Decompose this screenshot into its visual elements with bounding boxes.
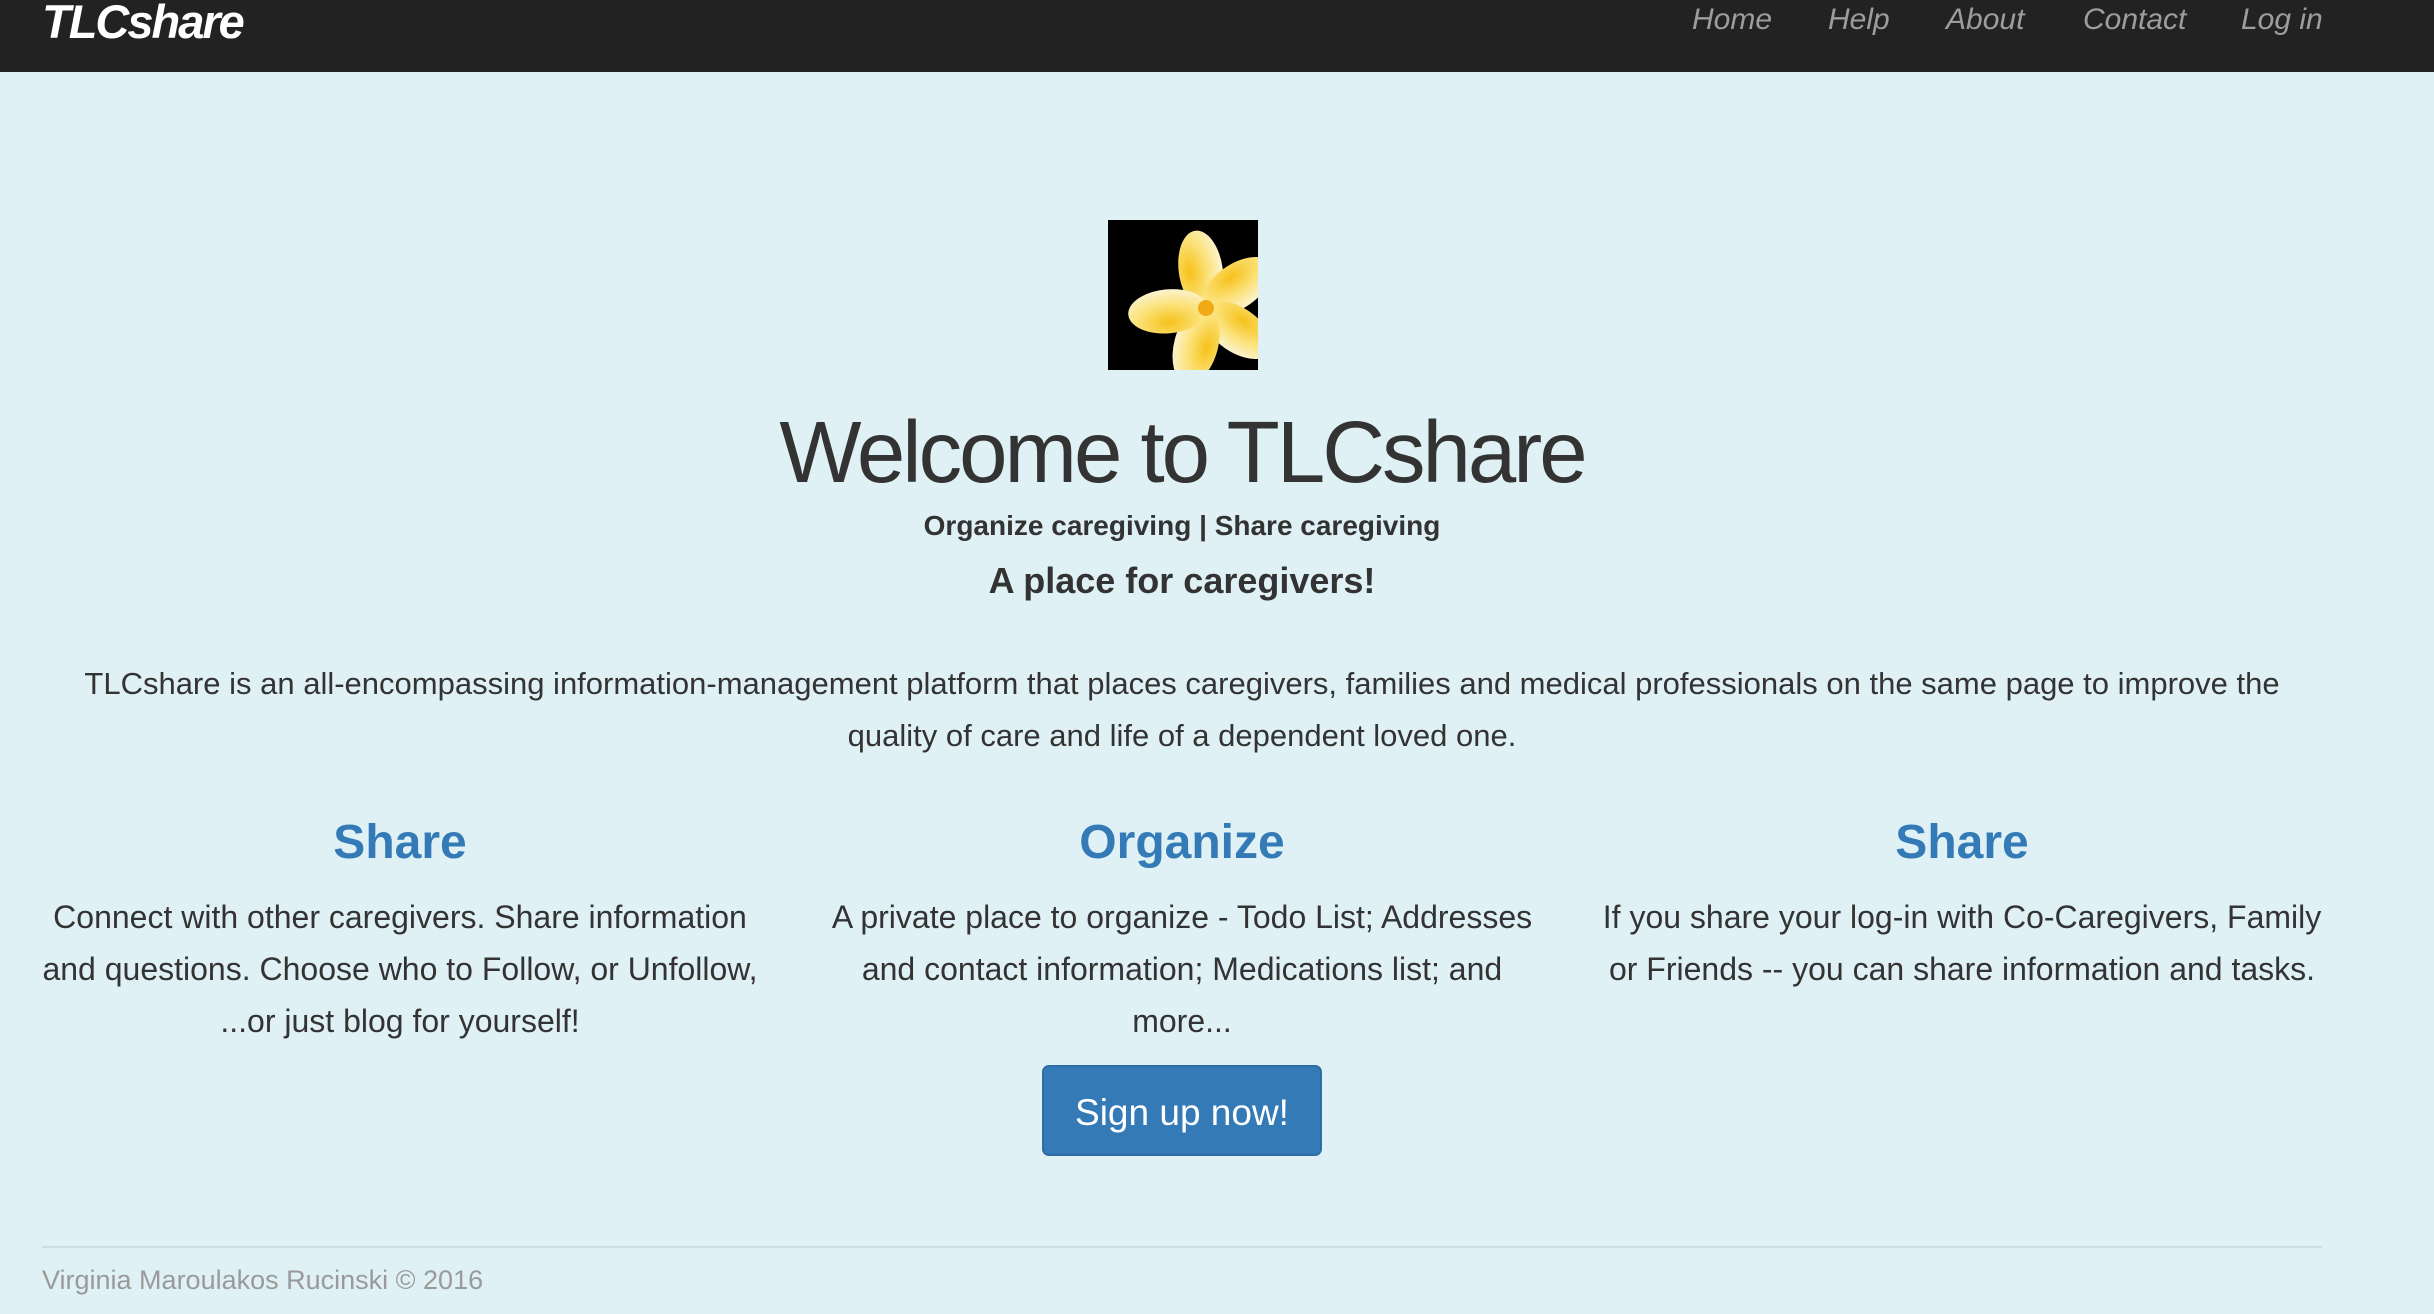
brand-link[interactable]: TLCshare	[42, 0, 245, 45]
feature-share-text: Connect with other caregivers. Share inf…	[42, 899, 758, 1039]
page-title: Welcome to TLCshare	[779, 404, 1587, 501]
nav-login-link[interactable]: Log in	[2241, 0, 2323, 40]
feature-organize-heading: Organize	[1079, 816, 1285, 869]
feature-share-tasks-text: If you share your log-in with Co-Caregiv…	[1602, 899, 2322, 987]
nav-contact-link[interactable]: Contact	[2083, 0, 2186, 40]
intro-paragraph: TLCshare is an all-encompassing informat…	[84, 666, 2280, 753]
top-navbar: TLCshare Home Help About Contact Log in	[0, 0, 2434, 72]
subtitle: A place for caregivers!	[988, 560, 1376, 601]
footer-divider	[42, 1246, 2322, 1248]
nav-help-link[interactable]: Help	[1828, 0, 1890, 40]
sign-up-button[interactable]: Sign up now!	[1042, 1065, 1322, 1156]
feature-share-heading: Share	[333, 816, 467, 869]
nav-home-link[interactable]: Home	[1692, 0, 1772, 40]
footer-copyright: Virginia Maroulakos Rucinski © 2016	[42, 1265, 484, 1295]
plumeria-flower-icon	[1108, 220, 1273, 384]
nav-about-link[interactable]: About	[1946, 0, 2024, 40]
feature-share-tasks-heading: Share	[1895, 816, 2029, 869]
feature-organize-text: A private place to organize - Todo List;…	[831, 899, 1533, 1039]
tagline: Organize caregiving | Share caregiving	[923, 510, 1441, 541]
